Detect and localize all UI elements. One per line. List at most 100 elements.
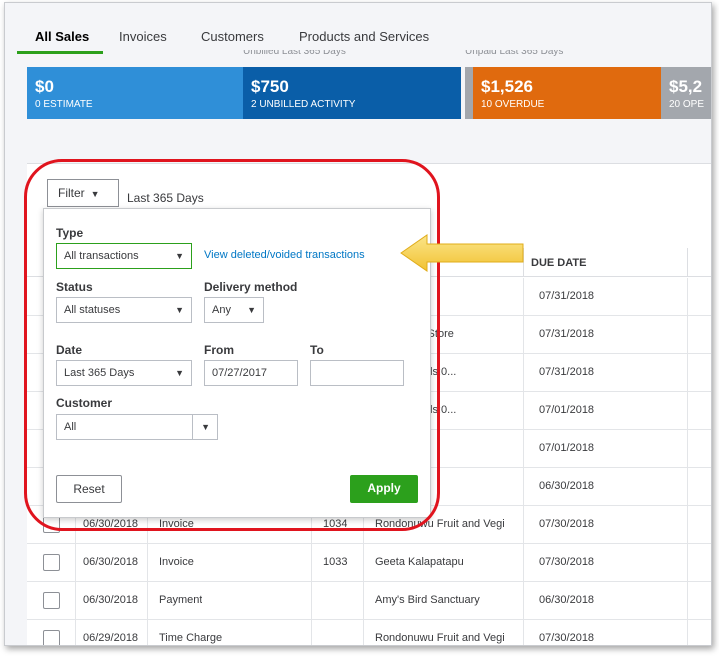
- overdue-tile[interactable]: $1,526 10 OVERDUE: [473, 67, 661, 119]
- row-number: 1034: [323, 518, 348, 530]
- table-row[interactable]: 06/30/2018 Payment Amy's Bird Sanctuary 06/…: [27, 582, 711, 620]
- row-due-date: 07/30/2018: [539, 556, 595, 568]
- column-divider: [147, 620, 148, 645]
- column-divider: [687, 392, 688, 430]
- chevron-down-icon: ▼: [201, 422, 210, 432]
- overdue-amount: $1,526: [481, 77, 533, 96]
- select-divider: [192, 415, 193, 439]
- estimate-tile[interactable]: $0 0 ESTIMATE: [27, 67, 243, 119]
- from-date-input[interactable]: 07/27/2017: [204, 360, 298, 386]
- open-amount: $5,2: [669, 77, 703, 96]
- tab-invoices[interactable]: Invoices: [119, 29, 167, 44]
- due-date-header[interactable]: DUE DATE: [531, 257, 586, 269]
- column-divider: [523, 278, 524, 316]
- customer-select[interactable]: All ▼: [56, 414, 218, 440]
- chevron-down-icon: ▼: [175, 305, 184, 315]
- row-customer: Geeta Kalapatapu: [375, 556, 464, 568]
- column-divider: [687, 544, 688, 582]
- column-divider: [687, 582, 688, 620]
- row-checkbox[interactable]: [43, 592, 60, 609]
- row-date: 06/30/2018: [83, 594, 139, 606]
- row-due-date: 06/30/2018: [539, 480, 595, 492]
- column-divider: [523, 544, 524, 582]
- row-type: Time Charge: [159, 632, 223, 644]
- delivery-method-select[interactable]: Any ▼: [204, 297, 264, 323]
- filter-range-text: Last 365 Days: [127, 191, 204, 205]
- column-divider: [75, 544, 76, 582]
- type-select-value: All transactions: [64, 250, 139, 262]
- row-date: 06/30/2018: [83, 556, 139, 568]
- column-divider: [687, 316, 688, 354]
- column-divider: [75, 620, 76, 645]
- column-divider: [523, 392, 524, 430]
- column-divider: [311, 582, 312, 620]
- row-number: 1033: [323, 556, 348, 568]
- arrow-left-icon: [400, 234, 524, 272]
- view-deleted-link[interactable]: View deleted/voided transactions: [204, 249, 365, 261]
- overdue-label: 10 OVERDUE: [481, 99, 545, 110]
- unbilled-label: 2 UNBILLED ACTIVITY: [251, 99, 356, 110]
- column-divider: [147, 544, 148, 582]
- type-select[interactable]: All transactions ▼: [56, 243, 192, 269]
- column-divider: [687, 620, 688, 645]
- sales-tabs: All Sales Invoices Customers Products an…: [5, 3, 711, 57]
- column-divider: [687, 354, 688, 392]
- chevron-down-icon: ▼: [175, 251, 184, 261]
- apply-button[interactable]: Apply: [350, 475, 418, 503]
- date-select-value: Last 365 Days: [64, 367, 135, 379]
- estimate-label: 0 ESTIMATE: [35, 99, 93, 110]
- status-select[interactable]: All statuses ▼: [56, 297, 192, 323]
- row-due-date: 07/01/2018: [539, 404, 595, 416]
- unbilled-tile[interactable]: $750 2 UNBILLED ACTIVITY: [243, 67, 461, 119]
- column-divider: [523, 316, 524, 354]
- money-bar: $0 0 ESTIMATE $750 2 UNBILLED ACTIVITY $…: [27, 67, 711, 119]
- filter-panel: Type All transactions ▼ View deleted/voi…: [43, 208, 431, 518]
- active-tab-indicator: [17, 51, 103, 54]
- date-label: Date: [56, 343, 83, 357]
- tab-products-services[interactable]: Products and Services: [299, 29, 429, 44]
- row-customer: Rondonuwu Fruit and Vegi: [375, 518, 505, 530]
- to-label: To: [310, 343, 324, 357]
- row-due-date: 07/30/2018: [539, 632, 595, 644]
- reset-button[interactable]: Reset: [56, 475, 122, 503]
- tab-customers[interactable]: Customers: [201, 29, 264, 44]
- chevron-down-icon: ▼: [247, 305, 256, 315]
- row-due-date: 06/30/2018: [539, 594, 595, 606]
- unbilled-caption: Unbilled Last 365 Days: [243, 46, 346, 57]
- from-label: From: [204, 343, 234, 357]
- row-due-date: 07/30/2018: [539, 518, 595, 530]
- row-date: 06/29/2018: [83, 632, 139, 644]
- tab-all-sales[interactable]: All Sales: [35, 29, 89, 44]
- column-divider: [311, 544, 312, 582]
- money-bar-separator: [465, 67, 473, 119]
- column-divider: [687, 430, 688, 468]
- to-date-input[interactable]: [310, 360, 404, 386]
- row-due-date: 07/31/2018: [539, 290, 595, 302]
- open-invoices-tile[interactable]: $5,2 20 OPE: [661, 67, 711, 119]
- status-select-value: All statuses: [64, 304, 121, 316]
- unbilled-amount: $750: [251, 77, 289, 96]
- app-window: All Sales Invoices Customers Products an…: [4, 2, 712, 646]
- filter-button[interactable]: Filter ▼: [47, 179, 119, 207]
- row-type: Invoice: [159, 518, 194, 530]
- column-divider: [363, 620, 364, 645]
- row-date: 06/30/2018: [83, 518, 139, 530]
- table-row[interactable]: 06/29/2018 Time Charge Rondonuwu Fruit and…: [27, 620, 711, 645]
- row-due-date: 07/01/2018: [539, 442, 595, 454]
- table-row[interactable]: 06/30/2018 Invoice 1033 Geeta Kalapatapu 07/…: [27, 544, 711, 582]
- row-due-date: 07/31/2018: [539, 366, 595, 378]
- row-checkbox[interactable]: [43, 516, 60, 533]
- row-due-date: 07/31/2018: [539, 328, 595, 340]
- row-checkbox[interactable]: [43, 630, 60, 645]
- row-customer: Amy's Bird Sanctuary: [375, 594, 480, 606]
- column-divider: [523, 354, 524, 392]
- column-divider: [523, 620, 524, 645]
- row-checkbox[interactable]: [43, 554, 60, 571]
- row-type: Invoice: [159, 556, 194, 568]
- date-select[interactable]: Last 365 Days ▼: [56, 360, 192, 386]
- column-divider: [311, 620, 312, 645]
- column-divider: [523, 468, 524, 506]
- row-type: Payment: [159, 594, 203, 606]
- column-divider: [147, 582, 148, 620]
- type-label: Type: [56, 226, 84, 240]
